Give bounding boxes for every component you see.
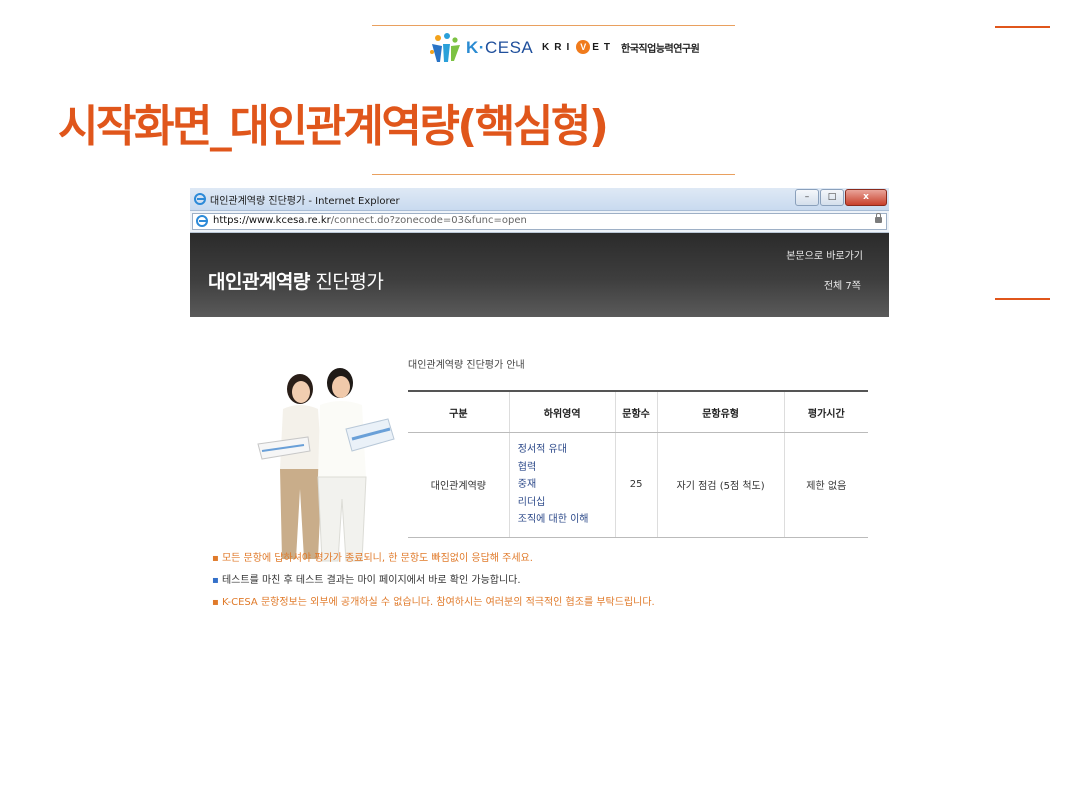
url-domain: kcesa.re.kr (275, 215, 331, 226)
time-limit-cell: 제한 없음 (783, 432, 868, 538)
accent-mark-middle (995, 298, 1050, 300)
category-cell: 대인관계역량 (408, 432, 510, 538)
krivet-letters-end: ET (592, 41, 616, 53)
kcesa-figures-icon (428, 32, 464, 64)
window-controls: – □ x (795, 189, 887, 206)
column-header: 하위영역 (508, 390, 616, 433)
table-row: 대인관계역량 정서적 유대 협력 중재 리더십 조직에 대한 이해 25 자기 … (408, 432, 868, 538)
question-type-cell: 자기 점검 (5점 척도) (656, 432, 785, 538)
note-text: 모든 문항에 답하셔야 평가가 종료되니, 한 문항도 빠짐없이 응답해 주세요… (221, 553, 533, 564)
krivet-korean-name: 한국직업능력연구원 (621, 43, 700, 55)
app-title-rest: 진단평가 (309, 271, 384, 293)
subarea-item: 협력 (517, 461, 537, 473)
krivet-logo: KRI V ET 한국직업능력연구원 (542, 38, 700, 56)
skip-to-content-link[interactable]: 본문으로 바로가기 (786, 247, 863, 262)
subareas-cell: 정서적 유대 협력 중재 리더십 조직에 대한 이해 (508, 432, 616, 538)
page-count: 전체 7쪽 (823, 281, 861, 292)
minimize-button[interactable]: – (795, 189, 819, 206)
header-divider-top (372, 25, 735, 26)
url-text: https://www.kcesa.re.kr/connect.do?zonec… (213, 215, 527, 226)
title-divider (372, 174, 735, 175)
students-illustration (238, 359, 408, 564)
kcesa-logo-k: K· (466, 38, 485, 57)
app-header: 본문으로 바로가기 대인관계역량 진단평가 전체 7쪽 (190, 233, 889, 317)
maximize-button[interactable]: □ (820, 189, 844, 206)
note-text: K-CESA 문항정보는 외부에 공개하실 수 없습니다. 참여하시는 여러분의… (221, 597, 655, 608)
assessment-info-table: 구분 하위영역 문항수 문항유형 평가시간 대인관계역량 정서적 유대 협력 중… (408, 390, 868, 538)
notes-list: ▪ 모든 문항에 답하셔야 평가가 종료되니, 한 문항도 빠짐없이 응답해 주… (212, 549, 655, 615)
subarea-item: 정서적 유대 (517, 444, 567, 455)
note-item: ▪ K-CESA 문항정보는 외부에 공개하실 수 없습니다. 참여하시는 여러… (212, 597, 655, 608)
close-button[interactable]: x (845, 189, 887, 206)
address-bar: https://www.kcesa.re.kr/connect.do?zonec… (190, 211, 889, 233)
window-titlebar[interactable]: 대인관계역량 진단평가 - Internet Explorer – □ x (190, 188, 889, 211)
column-header: 평가시간 (783, 390, 868, 433)
subarea-item: 조직에 대한 이해 (517, 514, 589, 525)
browser-window: 대인관계역량 진단평가 - Internet Explorer – □ x ht… (190, 188, 889, 628)
app-title: 대인관계역량 진단평가 (208, 267, 384, 294)
slide-title: 시작화면_대인관계역량(핵심형) (58, 101, 609, 152)
note-item: ▪ 모든 문항에 답하셔야 평가가 종료되니, 한 문항도 빠짐없이 응답해 주… (212, 553, 533, 564)
kcesa-logo-text: CESA (484, 38, 534, 57)
column-header: 구분 (408, 390, 510, 433)
app-title-bold: 대인관계역량 (208, 271, 310, 293)
guide-title: 대인관계역량 진단평가 안내 (408, 360, 525, 371)
main-content: 대인관계역량 진단평가 안내 구분 하위영역 문항수 문항유형 평가시간 대인관… (190, 317, 889, 628)
window-title: 대인관계역량 진단평가 - Internet Explorer (210, 196, 400, 207)
accent-mark-top (995, 26, 1050, 28)
lock-icon[interactable] (875, 213, 882, 223)
krivet-letters-start: KRI (542, 41, 575, 53)
subarea-item: 중재 (517, 479, 537, 490)
url-field[interactable]: https://www.kcesa.re.kr/connect.do?zonec… (192, 213, 887, 230)
question-count-cell: 25 (614, 432, 658, 538)
krivet-v-mark: V (576, 40, 591, 54)
internet-explorer-icon (194, 193, 206, 205)
table-header-row: 구분 하위영역 문항수 문항유형 평가시간 (408, 390, 868, 433)
page-icon (196, 215, 208, 227)
url-scheme: https://www. (213, 215, 276, 226)
kcesa-logo: K·CESA (428, 32, 533, 64)
note-text: 테스트를 마친 후 테스트 결과는 마이 페이지에서 바로 확인 가능합니다. (221, 575, 521, 586)
note-item: ▪ 테스트를 마친 후 테스트 결과는 마이 페이지에서 바로 확인 가능합니다… (212, 575, 521, 586)
column-header: 문항수 (614, 390, 658, 433)
subarea-item: 리더십 (517, 496, 546, 508)
url-path: /connect.do?zonecode=03&func=open (330, 215, 527, 226)
column-header: 문항유형 (656, 390, 785, 433)
